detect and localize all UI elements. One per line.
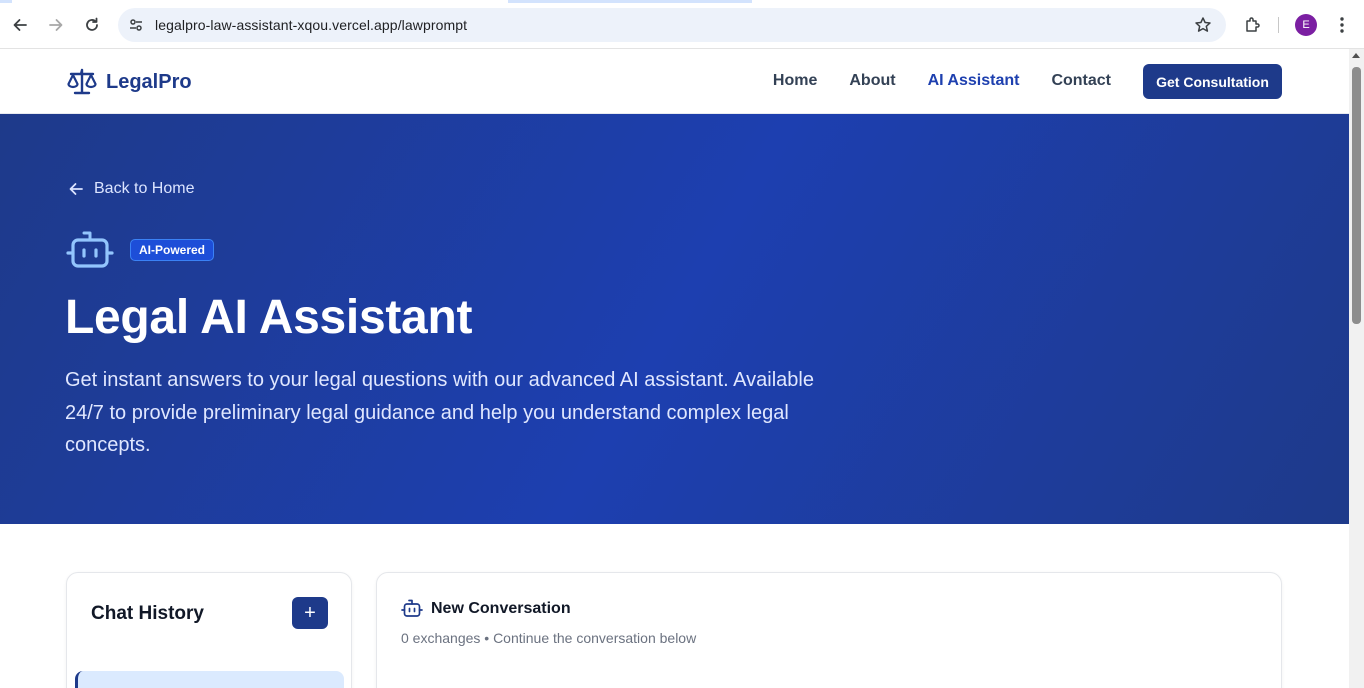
browser-toolbar: legalpro-law-assistant-xqou.vercel.app/l…	[0, 0, 1364, 49]
back-button[interactable]	[7, 12, 33, 38]
forward-button[interactable]	[43, 12, 69, 38]
more-menu-button[interactable]	[1329, 12, 1355, 38]
chat-history-panel: Chat History +	[66, 572, 352, 688]
nav-ai-assistant[interactable]: AI Assistant	[928, 72, 1020, 90]
hero-description: Get instant answers to your legal questi…	[65, 369, 814, 456]
address-bar[interactable]: legalpro-law-assistant-xqou.vercel.app/l…	[118, 8, 1226, 42]
chat-history-item-active[interactable]	[75, 671, 344, 688]
scroll-up-arrow-icon[interactable]	[1352, 53, 1360, 58]
conversation-header: New Conversation	[401, 599, 571, 619]
url-text[interactable]: legalpro-law-assistant-xqou.vercel.app/l…	[155, 17, 467, 33]
robot-icon	[401, 599, 423, 617]
back-arrow-icon	[13, 19, 27, 31]
site-header: LegalPro Home About AI Assistant Contact…	[0, 49, 1349, 114]
avatar: E	[1295, 14, 1317, 36]
reload-icon	[86, 17, 98, 31]
hero-section: Back to Home AI-Powered Legal AI Assista…	[0, 114, 1349, 524]
scales-of-justice-icon	[67, 68, 97, 95]
tab-strip-edge	[0, 0, 1364, 3]
plus-icon: +	[304, 601, 316, 624]
nav-contact[interactable]: Contact	[1051, 72, 1111, 90]
new-chat-button[interactable]: +	[292, 597, 328, 629]
page-title: Legal AI Assistant	[65, 291, 473, 344]
extensions-icon	[1246, 17, 1260, 32]
reload-button[interactable]	[79, 12, 105, 38]
conversation-panel: New Conversation 0 exchanges • Continue …	[376, 572, 1282, 688]
forward-arrow-icon	[49, 19, 63, 31]
robot-icon	[66, 230, 114, 275]
chat-history-title: Chat History	[91, 603, 204, 624]
conversation-subtitle: 0 exchanges • Continue the conversation …	[401, 630, 697, 646]
site-settings-icon[interactable]	[127, 16, 145, 34]
brand-logo-link[interactable]: LegalPro	[66, 67, 192, 97]
page-viewport: LegalPro Home About AI Assistant Contact…	[0, 49, 1349, 688]
back-to-home-link[interactable]: Back to Home	[68, 180, 194, 198]
page-scrollbar[interactable]	[1349, 49, 1364, 688]
arrow-left-icon	[69, 183, 83, 195]
brand-name: LegalPro	[106, 70, 192, 93]
ai-powered-badge: AI-Powered	[130, 239, 215, 261]
back-to-home-label: Back to Home	[94, 180, 195, 197]
get-consultation-button[interactable]: Get Consultation	[1143, 64, 1282, 99]
profile-button[interactable]: E	[1293, 12, 1319, 38]
scrollbar-thumb[interactable]	[1352, 67, 1361, 324]
bookmark-star-icon[interactable]	[1194, 16, 1212, 39]
conversation-title: New Conversation	[431, 600, 571, 617]
toolbar-separator	[1278, 17, 1279, 33]
main-nav: Home About AI Assistant Contact	[773, 72, 1111, 90]
more-menu-icon	[1340, 17, 1344, 33]
nav-about[interactable]: About	[849, 72, 895, 90]
nav-home[interactable]: Home	[773, 72, 817, 90]
extensions-button[interactable]	[1240, 12, 1266, 38]
